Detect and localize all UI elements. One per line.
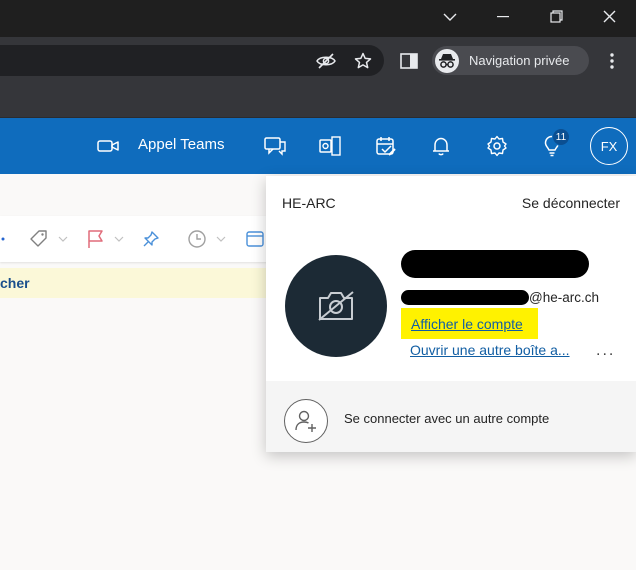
eye-slash-icon[interactable] [316, 51, 336, 71]
ribbon-item-icon[interactable] [0, 228, 16, 250]
organization-name: HE-ARC [282, 195, 336, 211]
browser-menu-icon[interactable] [601, 50, 623, 72]
chat-icon[interactable] [263, 134, 287, 158]
rules-icon[interactable] [244, 228, 266, 250]
bookmark-star-icon[interactable] [353, 51, 373, 71]
incognito-indicator[interactable]: Navigation privée [432, 46, 589, 75]
browser-titlebar [0, 0, 636, 37]
add-person-icon [284, 399, 328, 443]
notice-text[interactable]: cher [0, 275, 30, 291]
restore-button[interactable] [533, 0, 579, 33]
teams-call-label[interactable]: Appel Teams [138, 136, 224, 153]
sign-out-link[interactable]: Se déconnecter [522, 195, 620, 211]
notice-banner: cher [0, 268, 280, 298]
my-day-icon[interactable] [374, 134, 398, 158]
bookmarks-bar [0, 83, 636, 118]
tag-icon[interactable] [28, 228, 50, 250]
side-panel-icon[interactable] [398, 50, 420, 72]
email-domain: @he-arc.ch [529, 289, 599, 305]
profile-photo[interactable] [285, 255, 387, 357]
office-icon[interactable] [318, 134, 342, 158]
app-header: Appel Teams 11 FX [0, 118, 636, 174]
address-bar[interactable] [0, 45, 384, 76]
video-camera-icon[interactable] [96, 134, 120, 158]
account-flyout: HE-ARC Se déconnecter @he-arc.ch Affiche… [266, 176, 636, 452]
chevron-down-icon[interactable] [210, 228, 232, 250]
sign-in-other-label[interactable]: Se connecter avec un autre compte [344, 411, 549, 426]
incognito-label: Navigation privée [469, 53, 570, 68]
chevron-down-icon[interactable] [427, 0, 473, 33]
redacted-user-name [401, 250, 589, 278]
open-other-mailbox-link[interactable]: Ouvrir une autre boîte a... [410, 342, 570, 358]
email-row: @he-arc.ch [401, 288, 599, 306]
view-account-link[interactable]: Afficher le compte [401, 308, 538, 339]
more-options-icon[interactable]: ... [596, 342, 615, 360]
redacted-email [401, 289, 529, 305]
notification-count-badge: 11 [552, 128, 570, 146]
mail-toolbar-ribbon [0, 216, 280, 262]
view-account-label[interactable]: Afficher le compte [411, 316, 523, 332]
close-window-button[interactable] [586, 0, 632, 33]
chevron-down-icon[interactable] [108, 228, 130, 250]
clock-icon[interactable] [186, 228, 208, 250]
incognito-icon [435, 48, 459, 73]
account-avatar-button[interactable]: FX [590, 127, 628, 165]
chevron-down-icon[interactable] [52, 228, 74, 250]
camera-icon [318, 291, 354, 321]
sign-in-other-account[interactable]: Se connecter avec un autre compte [266, 381, 636, 452]
pin-icon[interactable] [140, 228, 162, 250]
flag-icon[interactable] [84, 228, 106, 250]
minimize-button[interactable] [480, 0, 526, 33]
bell-icon[interactable] [429, 134, 453, 158]
settings-gear-icon[interactable] [485, 134, 509, 158]
